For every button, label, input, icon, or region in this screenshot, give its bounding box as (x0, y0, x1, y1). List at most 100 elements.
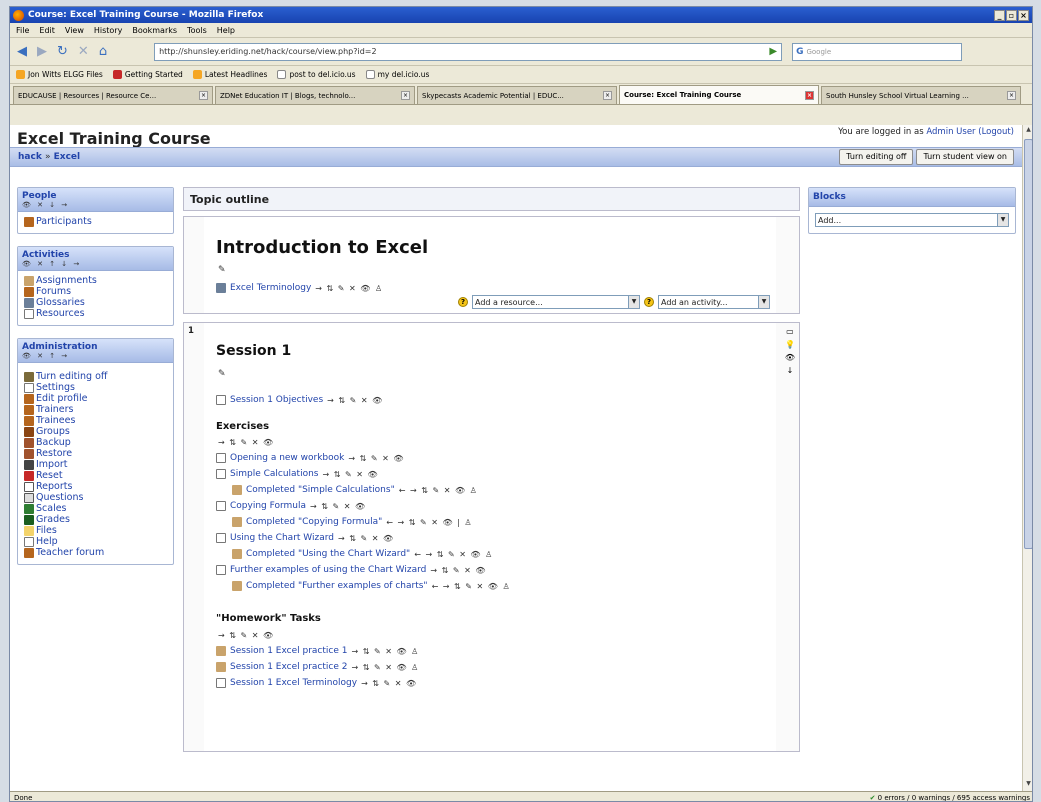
admin-item-backup[interactable]: Backup (24, 437, 167, 448)
menu-bookmarks[interactable]: Bookmarks (132, 26, 177, 35)
activity-link[interactable]: Completed "Using the Chart Wizard" (246, 549, 410, 559)
block-controls[interactable]: 👁 ✕ ↓ → (22, 201, 169, 209)
assignments-link[interactable]: Assignments (24, 275, 167, 286)
help-icon[interactable]: ? (644, 297, 654, 307)
help-icon[interactable]: ? (458, 297, 468, 307)
activity-link[interactable]: Session 1 Excel practice 1 (230, 646, 347, 656)
edit-controls[interactable]: ← → ⇅ ✎ ✕ 👁 ♙ (399, 486, 478, 495)
close-icon[interactable]: × (1007, 91, 1016, 100)
activity-link[interactable]: Further examples of using the Chart Wiza… (230, 565, 426, 575)
home-icon[interactable]: ⌂ (96, 44, 110, 59)
activity-link[interactable]: Completed "Further examples of charts" (246, 581, 428, 591)
activity-link[interactable]: Completed "Copying Formula" (246, 517, 382, 527)
admin-item-reports[interactable]: Reports (24, 481, 167, 492)
admin-item-scales[interactable]: Scales (24, 503, 167, 514)
bookmark-item[interactable]: Getting Started (112, 70, 183, 79)
edit-controls[interactable]: → ⇅ ✎ ✕ 👁 (361, 679, 417, 688)
admin-item-settings[interactable]: Settings (24, 382, 167, 393)
scroll-up-icon[interactable]: ▲ (1024, 126, 1032, 136)
turn-editing-off-button[interactable]: Turn editing off (839, 149, 914, 165)
minimize-button[interactable]: _ (994, 9, 1005, 21)
menu-history[interactable]: History (94, 26, 122, 35)
close-icon[interactable]: × (401, 91, 410, 100)
maximize-button[interactable]: ▫ (1006, 9, 1017, 21)
edit-controls[interactable]: → ⇅ ✎ ✕ 👁 (430, 566, 486, 575)
user-link[interactable]: Admin User (926, 127, 975, 137)
edit-controls[interactable]: → ⇅ ✎ ✕ 👁 (338, 534, 394, 543)
tab-course-excel[interactable]: Course: Excel Training Course × (619, 85, 819, 104)
edit-controls[interactable]: → ⇅ ✎ ✕ 👁 ♙ (351, 663, 419, 672)
crumb-home-link[interactable]: hack (18, 152, 42, 162)
edit-controls[interactable]: → ⇅ ✎ ✕ 👁 (310, 502, 366, 511)
edit-controls[interactable]: ← → ⇅ ✎ ✕ 👁 ♙ (414, 550, 493, 559)
visibility-icon[interactable]: 👁 (785, 353, 795, 362)
edit-summary-icon[interactable]: ✎ (218, 265, 226, 275)
admin-item-edit-profile[interactable]: Edit profile (24, 393, 167, 404)
logout-link[interactable]: (Logout) (978, 127, 1014, 137)
activity-link[interactable]: Session 1 Excel Terminology (230, 678, 357, 688)
add-resource-select[interactable]: Add a resource... ▼ (472, 295, 640, 309)
admin-item-files[interactable]: Files (24, 525, 167, 536)
edit-controls[interactable]: → ⇅ ✎ ✕ 👁 (348, 454, 404, 463)
block-controls[interactable]: 👁 ✕ ↑ ↓ → (22, 260, 169, 268)
menu-view[interactable]: View (65, 26, 84, 35)
menu-file[interactable]: File (16, 26, 29, 35)
edit-controls[interactable]: → ⇅ ✎ ✕ 👁 ♙ (351, 647, 419, 656)
stop-icon[interactable]: ✕ (75, 44, 92, 59)
tab-educause[interactable]: EDUCAUSE | Resources | Resource Ce... × (13, 86, 213, 104)
edit-controls[interactable]: → ⇅ ✎ ✕ 👁 (327, 396, 383, 405)
admin-item-grades[interactable]: Grades (24, 514, 167, 525)
admin-item-groups[interactable]: Groups (24, 426, 167, 437)
activity-link[interactable]: Session 1 Excel practice 2 (230, 662, 347, 672)
bookmark-item[interactable]: post to del.icio.us (277, 70, 356, 79)
tab-south-hunsley[interactable]: South Hunsley School Virtual Learning ..… (821, 86, 1021, 104)
scroll-down-icon[interactable]: ▼ (1024, 780, 1032, 790)
tab-skypecasts[interactable]: Skypecasts Academic Potential | EDUC... × (417, 86, 617, 104)
admin-item-trainees[interactable]: Trainees (24, 415, 167, 426)
menu-tools[interactable]: Tools (187, 26, 207, 35)
activity-link[interactable]: Simple Calculations (230, 469, 319, 479)
menu-edit[interactable]: Edit (39, 26, 55, 35)
activity-link[interactable]: Copying Formula (230, 501, 306, 511)
admin-item-teacher-forum[interactable]: Teacher forum (24, 547, 167, 558)
validator-status[interactable]: ✔ 0 errors / 0 warnings / 695 access war… (870, 794, 1030, 802)
edit-summary-icon[interactable]: ✎ (218, 369, 226, 379)
excel-terminology-link[interactable]: Excel Terminology (230, 283, 311, 293)
add-block-select[interactable]: Add... ▼ (815, 213, 1009, 227)
highlight-icon[interactable]: 💡 (785, 340, 795, 349)
student-view-button[interactable]: Turn student view on (916, 149, 1014, 165)
glossaries-link[interactable]: Glossaries (24, 297, 167, 308)
go-icon[interactable]: ▶ (769, 46, 777, 57)
label-edit-controls[interactable]: → ⇅ ✎ ✕ 👁 (218, 438, 274, 447)
admin-item-questions[interactable]: Questions (24, 492, 167, 503)
scroll-thumb[interactable] (1024, 139, 1032, 549)
show-only-section-icon[interactable]: ▭ (786, 327, 794, 336)
forward-icon[interactable]: ▶ (34, 44, 50, 59)
vertical-scrollbar[interactable]: ▲ ▼ (1022, 125, 1032, 791)
back-icon[interactable]: ◀ (14, 44, 30, 59)
forums-link[interactable]: Forums (24, 286, 167, 297)
label-edit-controls[interactable]: → ⇅ ✎ ✕ 👁 (218, 631, 274, 640)
block-controls[interactable]: 👁 ✕ ↑ → (22, 352, 169, 360)
edit-controls[interactable]: → ⇅ ✎ ✕ 👁 (323, 470, 379, 479)
menu-help[interactable]: Help (217, 26, 235, 35)
admin-item-import[interactable]: Import (24, 459, 167, 470)
tab-zdnet[interactable]: ZDNet Education IT | Blogs, technolo... × (215, 86, 415, 104)
activity-link[interactable]: Completed "Simple Calculations" (246, 485, 395, 495)
close-button[interactable]: × (1018, 9, 1029, 21)
admin-item-restore[interactable]: Restore (24, 448, 167, 459)
admin-item-reset[interactable]: Reset (24, 470, 167, 481)
activity-link[interactable]: Session 1 Objectives (230, 395, 323, 405)
admin-item-trainers[interactable]: Trainers (24, 404, 167, 415)
edit-controls[interactable]: ← → ⇅ ✎ ✕ 👁 | ♙ (386, 518, 472, 527)
address-bar[interactable]: http://shunsley.eriding.net/hack/course/… (154, 42, 783, 61)
search-input[interactable]: G Google (792, 42, 963, 61)
activity-link[interactable]: Opening a new workbook (230, 453, 344, 463)
admin-item-turn-editing-off[interactable]: Turn editing off (24, 371, 167, 382)
resources-link[interactable]: Resources (24, 308, 167, 319)
edit-controls[interactable]: ← → ⇅ ✎ ✕ 👁 ♙ (432, 582, 511, 591)
add-activity-select[interactable]: Add an activity... ▼ (658, 295, 770, 309)
admin-item-help[interactable]: Help (24, 536, 167, 547)
move-down-icon[interactable]: ↓ (787, 366, 794, 375)
activity-link[interactable]: Using the Chart Wizard (230, 533, 334, 543)
